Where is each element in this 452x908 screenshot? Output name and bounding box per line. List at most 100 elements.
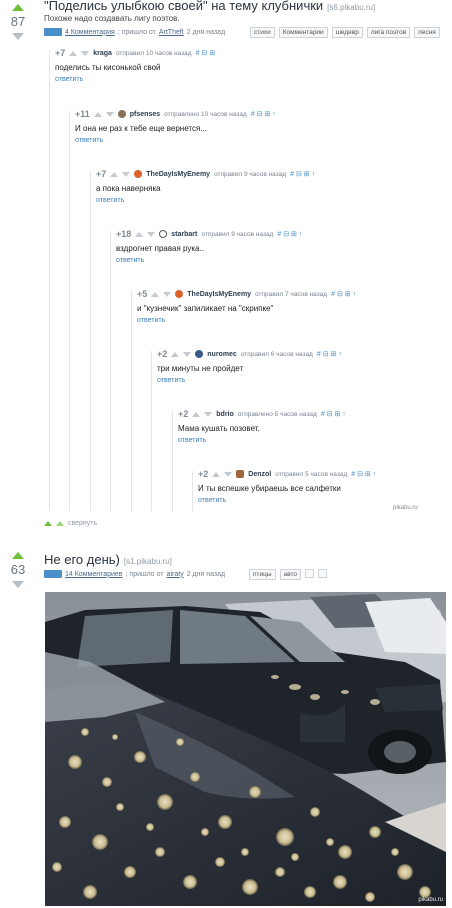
post-2-vote: 63 bbox=[0, 552, 36, 588]
reply-link[interactable]: ответить bbox=[75, 137, 276, 144]
avatar[interactable] bbox=[159, 230, 168, 238]
upvote-icon[interactable] bbox=[135, 231, 144, 237]
author-link[interactable]: ArtTheft bbox=[159, 29, 184, 36]
upvote-icon[interactable] bbox=[12, 4, 24, 11]
downvote-icon[interactable] bbox=[81, 50, 90, 56]
post-time: 2 дня назад bbox=[186, 570, 226, 578]
flag-icon[interactable] bbox=[317, 569, 327, 578]
thread-line[interactable] bbox=[90, 171, 91, 511]
avatar[interactable] bbox=[195, 350, 204, 358]
avatar[interactable] bbox=[117, 110, 126, 118]
downvote-icon[interactable] bbox=[163, 291, 172, 297]
comment-actions-icon[interactable]: # ⊟ ⊞ bbox=[196, 49, 216, 57]
save-icon[interactable] bbox=[44, 570, 62, 578]
thread-line[interactable] bbox=[131, 291, 132, 511]
comment-time: отправил 6 часов назад bbox=[240, 350, 313, 358]
comment-author[interactable]: TheDayIsMyEnemy bbox=[146, 171, 210, 178]
post-title-text[interactable]: "Поделись улыбкою своей" на тему клубнич… bbox=[44, 0, 323, 13]
tag[interactable]: Комментарии bbox=[278, 27, 328, 38]
comment-author[interactable]: starbart bbox=[171, 231, 197, 238]
tag[interactable]: песня bbox=[414, 27, 440, 38]
reply-link[interactable]: ответить bbox=[55, 76, 215, 83]
comment-actions-icon[interactable]: # ⊟ ⊞ ↑ bbox=[277, 230, 302, 238]
post-time: 2 дня назад bbox=[186, 28, 226, 36]
reply-link[interactable]: ответить bbox=[96, 197, 315, 204]
comment: +2 Denzol отправил 5 часов назад # ⊟ ⊞ ↑… bbox=[192, 469, 376, 511]
comment-rating: +7 bbox=[96, 169, 107, 179]
avatar[interactable] bbox=[134, 170, 143, 178]
meta-text: ; пришло от bbox=[117, 28, 156, 36]
post-score: 87 bbox=[10, 14, 26, 29]
comment-text: три минуты не пройдет bbox=[157, 364, 244, 373]
save-icon[interactable] bbox=[44, 28, 62, 36]
post-title[interactable]: "Поделись улыбкою своей" на тему клубнич… bbox=[44, 0, 375, 13]
reply-link[interactable]: ответить bbox=[157, 377, 342, 384]
comment-author[interactable]: kraga bbox=[93, 50, 112, 57]
upvote-icon[interactable] bbox=[12, 552, 24, 559]
downvote-icon[interactable] bbox=[12, 581, 24, 588]
avatar[interactable] bbox=[175, 290, 184, 298]
comment: +18 starbart отправил 9 часов назад # ⊟ … bbox=[110, 229, 302, 511]
thread-line[interactable] bbox=[172, 411, 173, 511]
post-title[interactable]: Не его день) [s1.pikabu.ru] bbox=[44, 552, 172, 567]
comments-link[interactable]: 4 Комментария bbox=[65, 29, 115, 36]
comment-actions-icon[interactable]: # ⊟ ⊞ ↑ bbox=[351, 470, 376, 478]
collapse-button[interactable]: свернуть bbox=[44, 520, 97, 527]
comment-author[interactable]: nuromec bbox=[207, 351, 237, 358]
downvote-icon[interactable] bbox=[147, 231, 156, 237]
reply-link[interactable]: ответить bbox=[137, 317, 356, 324]
comment-actions-icon[interactable]: # ⊟ ⊞ ↑ bbox=[331, 290, 356, 298]
post-subtitle: Похоже надо создавать лигу поэтов. bbox=[44, 14, 180, 23]
tag[interactable]: авто bbox=[279, 569, 301, 580]
comment-actions-icon[interactable]: # ⊟ ⊞ ↑ bbox=[317, 350, 342, 358]
avatar[interactable] bbox=[236, 470, 245, 478]
comment-author[interactable]: TheDayIsMyEnemy bbox=[187, 291, 251, 298]
tag[interactable]: стихи bbox=[250, 27, 275, 38]
downvote-icon[interactable] bbox=[105, 111, 114, 117]
comment-author[interactable]: bdrio bbox=[216, 411, 234, 418]
post-title-text[interactable]: Не его день) bbox=[44, 552, 120, 567]
thread-line[interactable] bbox=[69, 111, 70, 511]
comments-link[interactable]: 14 Комментариев bbox=[65, 571, 123, 578]
comment-actions-icon[interactable]: # ⊟ ⊞ ↑ bbox=[290, 170, 315, 178]
tag[interactable]: птицы bbox=[249, 569, 276, 580]
reply-link[interactable]: ответить bbox=[198, 497, 376, 504]
downvote-icon[interactable] bbox=[122, 171, 131, 177]
reply-link[interactable]: ответить bbox=[178, 437, 346, 444]
comment-text: И ты вспешке убираешь все салфетки bbox=[198, 484, 341, 493]
comment-text: а пока наверняка bbox=[96, 184, 161, 193]
reply-link[interactable]: ответить bbox=[116, 257, 302, 264]
downvote-icon[interactable] bbox=[183, 351, 192, 357]
thread-line[interactable] bbox=[192, 471, 193, 511]
comment-actions-icon[interactable]: # ⊟ ⊞ ↑ bbox=[321, 410, 346, 418]
downvote-icon[interactable] bbox=[224, 471, 233, 477]
comment-header: +2 bdrio отправлено 5 часов назад # ⊟ ⊞ … bbox=[178, 409, 346, 419]
thread-line[interactable] bbox=[110, 231, 111, 511]
upvote-icon[interactable] bbox=[171, 351, 180, 357]
tag[interactable]: лига поэтов bbox=[366, 27, 411, 38]
thread-line[interactable] bbox=[49, 50, 50, 510]
post-meta: 14 Комментариев ; пришло от airaty 2 дня… bbox=[44, 570, 225, 578]
upvote-icon[interactable] bbox=[212, 471, 221, 477]
comment-author[interactable]: Denzol bbox=[248, 471, 271, 478]
post-source[interactable]: [s1.pikabu.ru] bbox=[124, 557, 172, 566]
comment-author[interactable]: pfsenses bbox=[130, 111, 160, 118]
downvote-icon[interactable] bbox=[12, 33, 24, 40]
author-link[interactable]: airaty bbox=[167, 571, 184, 578]
comment-time: отправил 10 часов назад bbox=[115, 49, 192, 57]
upvote-icon[interactable] bbox=[93, 111, 102, 117]
upvote-icon[interactable] bbox=[69, 50, 78, 56]
downvote-icon[interactable] bbox=[204, 411, 213, 417]
post-source[interactable]: [s6.pikabu.ru] bbox=[327, 3, 375, 12]
thread-line[interactable] bbox=[151, 351, 152, 511]
post-image[interactable]: pikabu.ru bbox=[45, 592, 446, 906]
upvote-icon[interactable] bbox=[110, 171, 119, 177]
comment-rating: +5 bbox=[137, 289, 148, 299]
comment-rating: +7 bbox=[55, 48, 66, 58]
comment-header: +2 Denzol отправил 5 часов назад # ⊟ ⊞ ↑ bbox=[198, 469, 376, 479]
upvote-icon[interactable] bbox=[192, 411, 201, 417]
pin-icon[interactable] bbox=[304, 569, 314, 578]
comment-actions-icon[interactable]: # ⊟ ⊞ ↑ bbox=[251, 110, 276, 118]
tag[interactable]: шедевр bbox=[331, 27, 363, 38]
upvote-icon[interactable] bbox=[151, 291, 160, 297]
